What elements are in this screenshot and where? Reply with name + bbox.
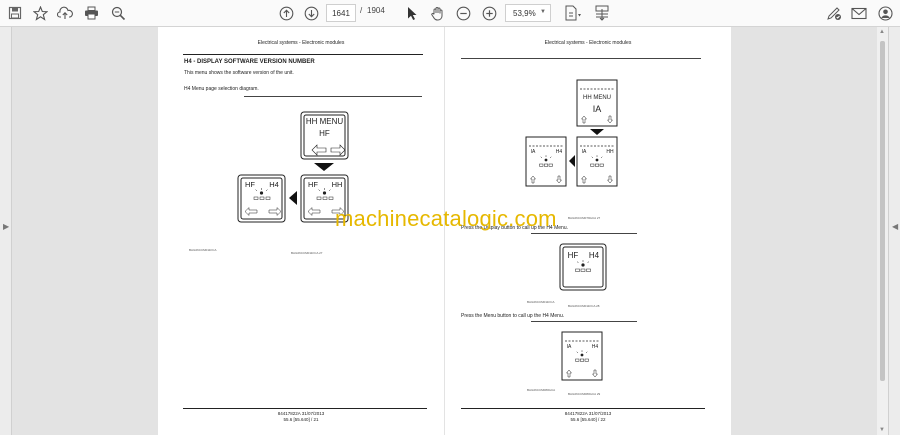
print-icon[interactable] bbox=[79, 2, 103, 24]
screen-bl-left: HF bbox=[245, 180, 255, 189]
pdf-viewer: 1641 / 1904 53,9% ▼ ▶ ◀ ▲ ▼ Electrical s… bbox=[0, 0, 900, 435]
figure-ref: BAIL06CCM011FCA bbox=[189, 248, 217, 252]
upload-cloud-icon[interactable] bbox=[53, 2, 77, 24]
page-total: 1904 bbox=[367, 6, 385, 15]
screen-ml-left: IA bbox=[531, 149, 536, 155]
step3-right: H4 bbox=[592, 344, 599, 350]
screen-top-line1: HH MENU bbox=[583, 95, 611, 101]
scroll-mode-icon[interactable] bbox=[590, 2, 614, 24]
zoom-in-icon[interactable] bbox=[477, 2, 501, 24]
footer-code: 84417822A 31/07/2013 bbox=[564, 411, 612, 416]
figure-number: BAIL06CCM011FCA 28 bbox=[568, 304, 600, 308]
save-icon[interactable] bbox=[3, 2, 27, 24]
document-viewport[interactable]: ▶ ◀ ▲ ▼ Electrical systems - Electronic … bbox=[0, 27, 900, 435]
step2-right: H4 bbox=[589, 251, 600, 260]
zoom-search-icon[interactable] bbox=[106, 2, 130, 24]
page-number-input[interactable]: 1641 bbox=[326, 4, 356, 22]
figure-caption: H4 Menu page selection diagram. bbox=[184, 86, 259, 92]
page-up-icon[interactable] bbox=[274, 2, 298, 24]
screen-top-line2: HF bbox=[319, 129, 330, 138]
figure-ref: BAIL06CCM011FCA bbox=[527, 300, 555, 304]
scroll-down-icon[interactable]: ▼ bbox=[879, 427, 885, 433]
figure-number: BAIL06CCM079GCA 27 bbox=[568, 216, 601, 220]
section-title: H4 - DISPLAY SOFTWARE VERSION NUMBER bbox=[184, 59, 315, 65]
chevron-right-icon: ▶ bbox=[3, 222, 10, 231]
menu-diagram-right: HH MENU IA IA HH IA H4 bbox=[525, 79, 618, 187]
step2-left: HF bbox=[568, 251, 579, 260]
figure-ref: BAIL06CCM080GCA bbox=[527, 388, 556, 392]
screen-top-line1: HH MENU bbox=[306, 117, 344, 126]
page-down-icon[interactable] bbox=[299, 2, 323, 24]
vertical-scrollbar[interactable]: ▲ ▼ bbox=[877, 27, 888, 435]
account-icon[interactable] bbox=[873, 2, 897, 24]
screen-top-line2: IA bbox=[593, 104, 602, 114]
watermark-text: machinecatalogic.com bbox=[335, 206, 557, 231]
figure-number: BAIL06CCM080GCA 29 bbox=[568, 392, 601, 396]
left-panel-toggle[interactable]: ▶ bbox=[0, 27, 12, 435]
screen-mr-right: HH bbox=[606, 149, 614, 155]
footer-page: 55.6 [55.640] / 22 bbox=[570, 417, 606, 422]
step2-screen: HF H4 bbox=[559, 243, 607, 291]
page-header: Electrical systems - Electronic modules bbox=[257, 40, 345, 46]
zoom-value: 53,9% bbox=[513, 8, 536, 18]
right-panel-toggle[interactable]: ◀ bbox=[888, 27, 900, 435]
toolbar: 1641 / 1904 53,9% ▼ bbox=[0, 0, 900, 27]
zoom-out-icon[interactable] bbox=[451, 2, 475, 24]
page-header: Electrical systems - Electronic modules bbox=[544, 40, 632, 46]
step3-screen: IA H4 bbox=[561, 331, 603, 381]
footer-page: 55.6 [55.640] / 21 bbox=[283, 417, 319, 422]
scroll-up-icon[interactable]: ▲ bbox=[879, 29, 885, 35]
select-cursor-icon[interactable] bbox=[400, 2, 424, 24]
step-text: Press the Menu button to call up the H4 … bbox=[461, 313, 565, 319]
figure-number: BAIL06CCM011FCA 27 bbox=[291, 251, 323, 255]
mail-icon[interactable] bbox=[847, 2, 871, 24]
chevron-down-icon: ▼ bbox=[540, 9, 546, 15]
page-separator: / bbox=[360, 6, 363, 15]
bookmark-star-icon[interactable] bbox=[28, 2, 52, 24]
screen-br-right: HH bbox=[332, 180, 343, 189]
hand-pan-icon[interactable] bbox=[425, 2, 449, 24]
scrollbar-thumb[interactable] bbox=[880, 41, 885, 381]
footer-code: 84417822A 31/07/2013 bbox=[277, 411, 325, 416]
screen-bl-right: H4 bbox=[269, 180, 279, 189]
screen-ml-right: H4 bbox=[556, 149, 563, 155]
intro-text: This menu shows the software version of … bbox=[184, 70, 294, 76]
zoom-select[interactable]: 53,9% ▼ bbox=[505, 4, 551, 22]
sign-pen-icon[interactable] bbox=[822, 2, 846, 24]
screen-br-left: HF bbox=[308, 180, 318, 189]
screen-mr-left: IA bbox=[582, 149, 587, 155]
chevron-left-icon: ◀ bbox=[892, 222, 899, 231]
step3-left: IA bbox=[567, 344, 572, 350]
fit-page-icon[interactable] bbox=[560, 2, 586, 24]
